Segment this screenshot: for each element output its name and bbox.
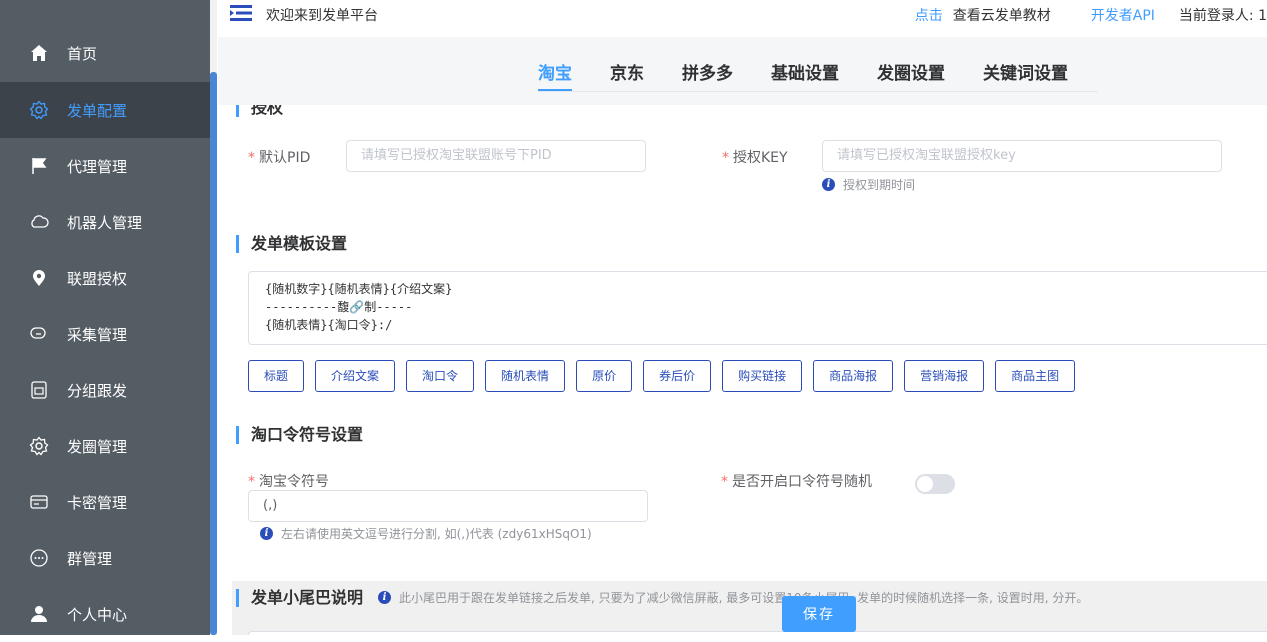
sidebar-item-card-key[interactable]: 卡密管理 bbox=[0, 474, 210, 530]
sidebar-item-moments[interactable]: 发圈管理 bbox=[0, 418, 210, 474]
click-link[interactable]: 点击 bbox=[915, 5, 943, 25]
card-icon bbox=[28, 491, 50, 513]
sidebar-item-label: 个人中心 bbox=[67, 605, 128, 624]
sidebar-item-label: 发圈管理 bbox=[67, 437, 128, 456]
sidebar-item-label: 联盟授权 bbox=[67, 269, 128, 288]
info-icon: i bbox=[378, 591, 391, 604]
sim-card-icon bbox=[28, 379, 50, 401]
tabs-divider bbox=[538, 91, 1098, 92]
tail-section-title: 发单小尾巴说明 bbox=[236, 589, 363, 607]
symbol-section-title: 淘口令符号设置 bbox=[236, 426, 363, 444]
info-icon: i bbox=[822, 178, 835, 191]
tag-title-button[interactable]: 标题 bbox=[248, 360, 305, 392]
tab-jd[interactable]: 京东 bbox=[610, 59, 644, 89]
tag-coupon-price-button[interactable]: 券后价 bbox=[643, 360, 712, 392]
main-content: 授权 * 默认PID 请填写已授权淘宝联盟账号下PID * 授权KEY 请填写已授权… bbox=[218, 105, 1267, 635]
tag-marketing-poster-button[interactable]: 营销海报 bbox=[904, 360, 985, 392]
home-icon bbox=[28, 42, 50, 64]
tag-random-emoji-button[interactable]: 随机表情 bbox=[485, 360, 566, 392]
tag-taokouling-button[interactable]: 淘口令 bbox=[406, 360, 475, 392]
current-user: 当前登录人: 1 bbox=[1178, 8, 1267, 24]
sidebar-item-alliance[interactable]: 联盟授权 bbox=[0, 250, 210, 306]
auth-section-title: 授权 bbox=[236, 105, 283, 117]
sidebar-item-home[interactable]: 首页 bbox=[0, 25, 210, 81]
template-tag-buttons: 标题 介绍文案 淘口令 随机表情 原价 券后价 购买链接 商品海报 营销海报 商… bbox=[248, 360, 1086, 392]
template-section-title: 发单模板设置 bbox=[236, 235, 347, 253]
sidebar-item-label: 采集管理 bbox=[67, 325, 128, 344]
expire-hint: i 授权到期时间 bbox=[822, 176, 915, 193]
tail-note: i 此小尾巴用于跟在发单链接之后发单, 只要为了减少微信屏蔽, 最多可设置10条小… bbox=[378, 589, 1088, 606]
tab-taobao[interactable]: 淘宝 bbox=[538, 59, 572, 91]
platform-tabs: 淘宝 京东 拼多多 基础设置 发圈设置 关键词设置 bbox=[538, 59, 1106, 91]
sidebar-scrollbar[interactable] bbox=[210, 72, 217, 635]
flag-icon bbox=[28, 155, 50, 177]
tab-basic-settings[interactable]: 基础设置 bbox=[771, 59, 839, 89]
sidebar-item-label: 发单配置 bbox=[67, 101, 128, 120]
tab-moments-settings[interactable]: 发圈设置 bbox=[877, 59, 945, 89]
sidebar-item-label: 群管理 bbox=[67, 549, 113, 568]
gear-icon bbox=[28, 99, 50, 121]
message-icon bbox=[28, 547, 50, 569]
tag-product-poster-button[interactable]: 商品海报 bbox=[813, 360, 894, 392]
top-bar: 欢迎来到发单平台 点击 查看云发单教材 开发者API 当前登录人: 1 bbox=[218, 0, 1267, 28]
symbol-label: * 淘宝令符号 bbox=[248, 474, 329, 490]
key-label: * 授权KEY bbox=[722, 150, 788, 166]
chat-icon bbox=[28, 323, 50, 345]
sidebar-item-label: 分组跟发 bbox=[67, 381, 128, 400]
tabs-area: 淘宝 京东 拼多多 基础设置 发圈设置 关键词设置 bbox=[218, 37, 1267, 105]
sidebar-item-label: 卡密管理 bbox=[67, 493, 128, 512]
tail-textarea[interactable] bbox=[248, 631, 1267, 635]
random-symbol-toggle[interactable] bbox=[915, 474, 955, 494]
tag-buy-link-button[interactable]: 购买链接 bbox=[722, 360, 803, 392]
sidebar-item-group-manage[interactable]: 群管理 bbox=[0, 530, 210, 586]
symbol-hint: i 左右请使用英文逗号进行分割, 如(,)代表 (zdy61xHSqO1) bbox=[260, 525, 592, 542]
random-symbol-label: * 是否开启口令符号随机 bbox=[721, 474, 872, 490]
tutorial-link[interactable]: 查看云发单教材 bbox=[953, 5, 1051, 25]
developer-api-link[interactable]: 开发者API bbox=[1091, 5, 1155, 25]
gear-icon bbox=[28, 435, 50, 457]
sidebar-item-label: 机器人管理 bbox=[67, 213, 143, 232]
sidebar: 首页 发单配置 代理管理 机器人管理 联盟授权 采集管理 分组跟发 发圈管理 卡… bbox=[0, 0, 210, 635]
tag-intro-button[interactable]: 介绍文案 bbox=[315, 360, 396, 392]
top-right-links: 点击 查看云发单教材 开发者API 当前登录人: 1 bbox=[905, 5, 1267, 25]
sidebar-item-agent[interactable]: 代理管理 bbox=[0, 138, 210, 194]
sidebar-item-robot[interactable]: 机器人管理 bbox=[0, 194, 210, 250]
tab-keyword-settings[interactable]: 关键词设置 bbox=[983, 59, 1068, 89]
sidebar-item-profile[interactable]: 个人中心 bbox=[0, 586, 210, 642]
tag-main-image-button[interactable]: 商品主图 bbox=[995, 360, 1076, 392]
welcome-text: 欢迎来到发单平台 bbox=[266, 8, 378, 24]
sidebar-item-collect[interactable]: 采集管理 bbox=[0, 306, 210, 362]
menu-toggle-icon[interactable] bbox=[230, 4, 252, 26]
location-icon bbox=[28, 267, 50, 289]
template-textarea[interactable]: {随机数字}{随机表情}{介绍文案} ----------馥🔗制----- {随… bbox=[248, 271, 1267, 345]
key-input[interactable]: 请填写已授权淘宝联盟授权key bbox=[822, 140, 1222, 172]
sidebar-item-label: 代理管理 bbox=[67, 157, 128, 176]
user-icon bbox=[28, 603, 50, 625]
info-icon: i bbox=[260, 527, 273, 540]
cloud-icon bbox=[28, 211, 50, 233]
symbol-input[interactable]: (,) bbox=[248, 490, 648, 522]
pid-label: * 默认PID bbox=[248, 150, 311, 166]
sidebar-item-label: 首页 bbox=[67, 44, 98, 63]
tab-pdd[interactable]: 拼多多 bbox=[682, 59, 733, 89]
pid-input[interactable]: 请填写已授权淘宝联盟账号下PID bbox=[346, 140, 646, 172]
save-button[interactable]: 保存 bbox=[782, 596, 856, 632]
sidebar-item-dispatch-config[interactable]: 发单配置 bbox=[0, 82, 210, 138]
tag-original-price-button[interactable]: 原价 bbox=[576, 360, 633, 392]
sidebar-item-group-follow[interactable]: 分组跟发 bbox=[0, 362, 210, 418]
